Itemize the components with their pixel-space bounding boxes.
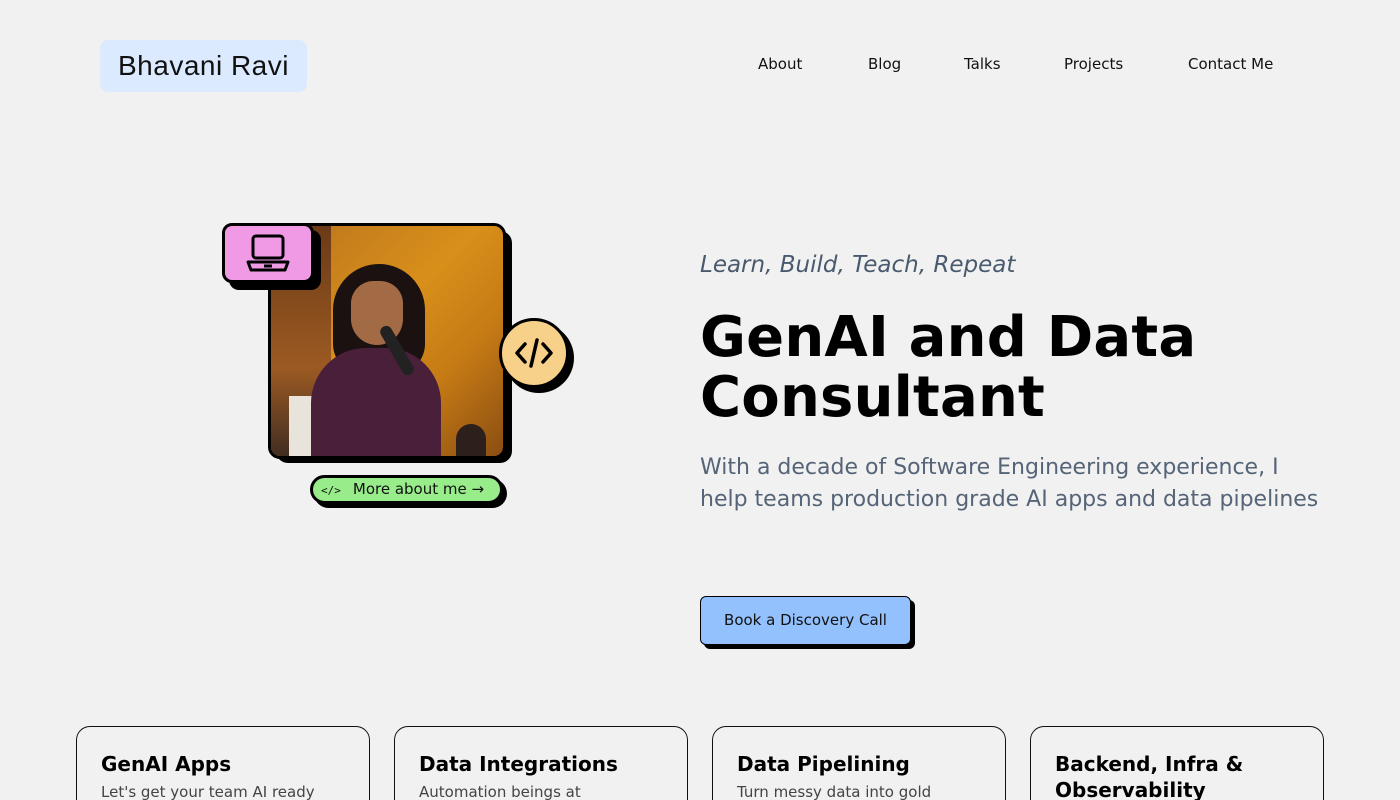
hero-headline: GenAI and Data Consultant (700, 305, 1197, 430)
service-card-title: Backend, Infra & Observability (1055, 752, 1244, 800)
nav-about[interactable]: About (758, 55, 802, 73)
code-icon (515, 338, 553, 368)
service-card[interactable]: Data Pipelining Turn messy data into gol… (712, 726, 1006, 800)
service-card[interactable]: GenAI Apps Let's get your team AI ready (76, 726, 370, 800)
more-about-me-label: More about me → (352, 480, 485, 498)
service-card-title: Data Pipelining (737, 752, 910, 776)
more-about-me-button[interactable]: </> More about me → (310, 475, 503, 504)
service-card[interactable]: Data Integrations Automation beings at (394, 726, 688, 800)
service-card-desc: Turn messy data into gold (737, 783, 932, 800)
laptop-badge (222, 223, 314, 283)
service-card-desc: Let's get your team AI ready (101, 783, 315, 800)
service-card-title: Data Integrations (419, 752, 618, 776)
service-card-title: GenAI Apps (101, 752, 232, 776)
nav-talks[interactable]: Talks (964, 55, 1001, 73)
nav-blog[interactable]: Blog (868, 55, 901, 73)
service-card-desc: Automation beings at (419, 783, 581, 800)
code-small-icon: </> (321, 484, 341, 497)
nav-projects[interactable]: Projects (1064, 55, 1123, 73)
book-discovery-call-button[interactable]: Book a Discovery Call (700, 596, 911, 645)
nav-contact-me[interactable]: Contact Me (1188, 55, 1273, 73)
laptop-icon (246, 234, 290, 272)
hero-subtext: With a decade of Software Engineering ex… (700, 455, 1319, 512)
main-nav: About Blog Talks Projects Contact Me (0, 55, 1400, 77)
service-card[interactable]: Backend, Infra & Observability (1030, 726, 1324, 800)
hero-tagline: Learn, Build, Teach, Repeat (700, 252, 1016, 278)
code-badge (499, 318, 569, 388)
